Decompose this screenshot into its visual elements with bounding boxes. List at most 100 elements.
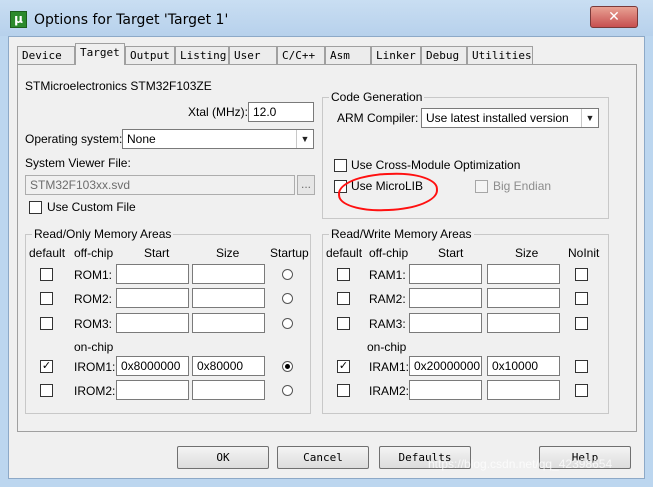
tab-listing[interactable]: Listing [175, 46, 229, 64]
chevron-down-icon[interactable]: ▼ [296, 130, 313, 148]
title-bar[interactable]: μ Options for Target 'Target 1' ✕ [0, 0, 653, 36]
irom2-startup-radio[interactable] [282, 385, 293, 396]
tab-utilities[interactable]: Utilities [467, 46, 533, 64]
iram2-label: IRAM2: [369, 384, 410, 398]
close-button[interactable]: ✕ [590, 6, 638, 28]
rom-onchip-label: on-chip [74, 340, 114, 354]
iram2-size-input[interactable] [487, 380, 560, 400]
rom1-default-checkbox[interactable] [40, 268, 53, 281]
cross-module-optimization-label: Use Cross-Module Optimization [351, 158, 521, 172]
ram2-size-input[interactable] [487, 288, 560, 308]
tab-target[interactable]: Target [75, 43, 125, 65]
cancel-button[interactable]: Cancel [277, 446, 369, 469]
tab-debug[interactable]: Debug [421, 46, 467, 64]
irom2-start-input[interactable] [116, 380, 189, 400]
big-endian-checkbox[interactable] [475, 180, 488, 193]
rom1-label: ROM1: [74, 268, 113, 282]
tab-c-cpp[interactable]: C/C++ [277, 46, 325, 64]
operating-system-label: Operating system: [25, 132, 123, 146]
ram-header-size: Size [515, 246, 539, 260]
operating-system-value: None [127, 132, 156, 146]
ram-header-default: default [326, 246, 363, 260]
ram3-default-checkbox[interactable] [337, 317, 350, 330]
irom1-default-checkbox[interactable]: ✓ [40, 360, 53, 373]
rom3-label: ROM3: [74, 317, 113, 331]
rom1-size-input[interactable] [192, 264, 265, 284]
ram2-default-checkbox[interactable] [337, 292, 350, 305]
xtal-input[interactable]: 12.0 [248, 102, 314, 122]
irom1-startup-radio[interactable] [282, 361, 293, 372]
rom1-start-input[interactable] [116, 264, 189, 284]
iram2-noinit-checkbox[interactable] [575, 384, 588, 397]
ram-header-start: Start [438, 246, 464, 260]
rom-header-startup: Startup [270, 246, 309, 260]
dialog-body: Device Target Output Listing User C/C++ … [8, 36, 645, 479]
ram1-noinit-checkbox[interactable] [575, 268, 588, 281]
tab-device[interactable]: Device [17, 46, 75, 64]
ram-onchip-label: on-chip [367, 340, 407, 354]
iram2-start-input[interactable] [409, 380, 482, 400]
tab-linker[interactable]: Linker [371, 46, 421, 64]
iram2-default-checkbox[interactable] [337, 384, 350, 397]
use-custom-file-checkbox[interactable] [29, 201, 42, 214]
ram2-label: RAM2: [369, 292, 406, 306]
rom2-start-input[interactable] [116, 288, 189, 308]
rom2-startup-radio[interactable] [282, 293, 293, 304]
ram3-noinit-checkbox[interactable] [575, 317, 588, 330]
iram1-default-checkbox[interactable]: ✓ [337, 360, 350, 373]
irom2-label: IROM2: [74, 384, 116, 398]
tab-output[interactable]: Output [125, 46, 175, 64]
code-generation-title: Code Generation [329, 90, 425, 104]
rom-group-title: Read/Only Memory Areas [32, 227, 174, 241]
rom3-startup-radio[interactable] [282, 318, 293, 329]
irom1-start-input[interactable]: 0x8000000 [116, 356, 189, 376]
ram1-size-input[interactable] [487, 264, 560, 284]
ram3-size-input[interactable] [487, 313, 560, 333]
browse-svd-button[interactable]: ... [297, 175, 315, 195]
irom2-size-input[interactable] [192, 380, 265, 400]
read-only-memory-group: Read/Only Memory Areas default off-chip … [25, 227, 311, 414]
window-title: Options for Target 'Target 1' [34, 12, 229, 28]
ram-header-noinit: NoInit [568, 246, 600, 260]
rom3-default-checkbox[interactable] [40, 317, 53, 330]
ok-button[interactable]: OK [177, 446, 269, 469]
irom2-default-checkbox[interactable] [40, 384, 53, 397]
iram1-start-input[interactable]: 0x20000000 [409, 356, 482, 376]
ram2-noinit-checkbox[interactable] [575, 292, 588, 305]
rom1-startup-radio[interactable] [282, 269, 293, 280]
irom1-size-input[interactable]: 0x80000 [192, 356, 265, 376]
rom-header-size: Size [216, 246, 240, 260]
rom2-default-checkbox[interactable] [40, 292, 53, 305]
iram1-noinit-checkbox[interactable] [575, 360, 588, 373]
rom2-label: ROM2: [74, 292, 113, 306]
target-tab-panel: STMicroelectronics STM32F103ZE Xtal (MHz… [17, 64, 637, 432]
ram1-default-checkbox[interactable] [337, 268, 350, 281]
arm-compiler-label: ARM Compiler: [337, 111, 419, 125]
rom-header-offchip: off-chip [74, 246, 114, 260]
watermark-text: https://blog.csdn.net/qq_42398654 [428, 457, 613, 471]
rom2-size-input[interactable] [192, 288, 265, 308]
xtal-label: Xtal (MHz): [188, 105, 248, 119]
rom3-start-input[interactable] [116, 313, 189, 333]
arm-compiler-select[interactable]: Use latest installed version ▼ [421, 108, 599, 128]
rom-header-default: default [29, 246, 66, 260]
cross-module-optimization-checkbox[interactable] [334, 159, 347, 172]
system-viewer-file-input[interactable]: STM32F103xx.svd [25, 175, 295, 195]
use-custom-file-label: Use Custom File [47, 200, 136, 214]
ram1-start-input[interactable] [409, 264, 482, 284]
operating-system-select[interactable]: None ▼ [122, 129, 314, 149]
ram3-start-input[interactable] [409, 313, 482, 333]
iram1-size-input[interactable]: 0x10000 [487, 356, 560, 376]
ram2-start-input[interactable] [409, 288, 482, 308]
checkmark-icon: ✓ [338, 360, 349, 372]
rom3-size-input[interactable] [192, 313, 265, 333]
read-write-memory-group: Read/Write Memory Areas default off-chip… [322, 227, 609, 414]
rom-header-start: Start [144, 246, 170, 260]
chevron-down-icon[interactable]: ▼ [581, 109, 598, 127]
big-endian-label: Big Endian [493, 179, 552, 193]
tab-user[interactable]: User [229, 46, 277, 64]
options-dialog-window: μ Options for Target 'Target 1' ✕ Device… [0, 0, 653, 487]
tab-asm[interactable]: Asm [325, 46, 371, 64]
ram3-label: RAM3: [369, 317, 406, 331]
system-viewer-file-label: System Viewer File: [25, 156, 131, 170]
